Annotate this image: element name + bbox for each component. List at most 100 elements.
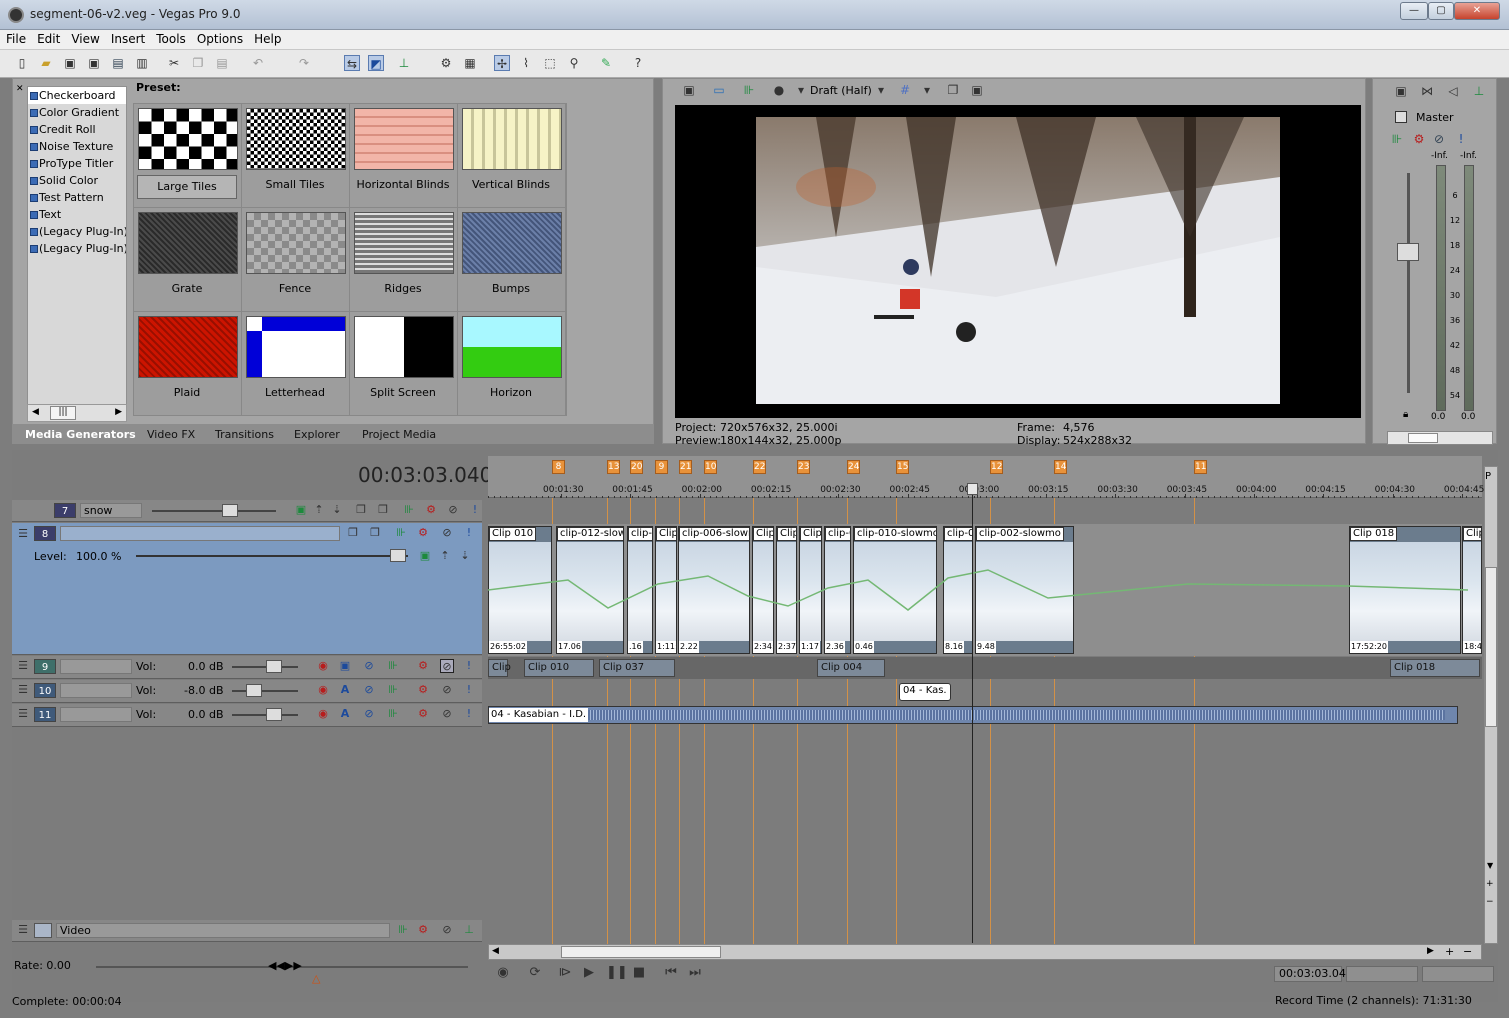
save-as-icon[interactable]: ▣ xyxy=(86,55,102,71)
tab-project-media[interactable]: Project Media xyxy=(362,428,436,441)
track-8-parent-icon[interactable]: ❐ xyxy=(368,526,382,540)
generator-item[interactable]: (Legacy Plug-In) V xyxy=(28,240,126,257)
timeline-ruler[interactable]: 8 13 20 9 21 10 22 23 24 15 12 14 11 00:01:30 00:01:45… xyxy=(488,456,1484,498)
maximize-button[interactable]: ▢ xyxy=(1428,2,1454,20)
track-11-fx-icon[interactable]: ⊪ xyxy=(386,707,400,721)
track-7-mute-icon[interactable]: ⊘ xyxy=(446,503,460,517)
scroll-left-icon[interactable]: ◀ xyxy=(32,407,39,417)
hscroll-thumb[interactable] xyxy=(561,946,721,958)
zoom-tool-icon[interactable]: ⚲ xyxy=(566,55,582,71)
track-7-gear-icon[interactable]: ⚙ xyxy=(424,503,438,517)
master-scroll-thumb[interactable] xyxy=(1408,433,1438,443)
track-9-gear-icon[interactable]: ⚙ xyxy=(416,659,430,673)
save-icon[interactable]: ▣ xyxy=(62,55,78,71)
track-name-input[interactable] xyxy=(60,526,340,541)
track-9-solo-icon[interactable]: ! xyxy=(462,659,476,673)
track-8-expand-down-icon[interactable]: ⇣ xyxy=(458,549,472,563)
arm-record-icon[interactable]: ◉ xyxy=(316,707,330,721)
audio-clip[interactable]: Clip xyxy=(488,659,511,677)
zoom-out-icon[interactable]: − xyxy=(1486,897,1494,907)
track-8-compositing-icon[interactable]: ❐ xyxy=(346,526,360,540)
playhead-cursor[interactable] xyxy=(972,483,973,943)
menu-file[interactable]: File xyxy=(0,30,31,46)
audio-clip[interactable]: Clip 037 xyxy=(599,659,675,677)
rate-slider-thumb[interactable]: ◀◀▶▶ xyxy=(268,959,302,972)
vol-slider-thumb[interactable] xyxy=(266,708,282,721)
track-8-mute-icon[interactable]: ⊘ xyxy=(440,526,454,540)
dim-output-icon[interactable]: ◁ xyxy=(1445,83,1461,99)
bus-gear-icon[interactable]: ⚙ xyxy=(416,923,430,937)
mixer-properties-icon[interactable]: ▣ xyxy=(1393,83,1409,99)
selection-start-field[interactable] xyxy=(1346,966,1418,982)
track-10-solo-icon[interactable]: ! xyxy=(462,683,476,697)
marker-bar-icon[interactable]: P xyxy=(1485,471,1491,482)
track-name[interactable]: snow xyxy=(80,503,142,518)
scroll-left-icon[interactable]: ◀ xyxy=(492,946,499,956)
track-7-expand-up-icon[interactable]: ⇡ xyxy=(312,503,326,517)
normal-edit-tool-icon[interactable]: ✢ xyxy=(494,55,510,71)
vscroll-thumb[interactable] xyxy=(1485,567,1497,727)
track-7-fx-icon[interactable]: ⊪ xyxy=(402,503,416,517)
tab-explorer[interactable]: Explorer xyxy=(294,428,340,441)
save-snapshot-icon[interactable]: ▣ xyxy=(969,82,985,98)
panel-close-icon[interactable]: ✕ xyxy=(16,84,24,94)
master-gear-icon[interactable]: ⚙ xyxy=(1411,131,1427,147)
preset-bumps[interactable]: Bumps xyxy=(458,208,566,312)
overlays-icon[interactable]: # xyxy=(897,82,913,98)
vol-slider-thumb[interactable] xyxy=(246,684,262,697)
preset-ridges[interactable]: Ridges xyxy=(350,208,458,312)
level-slider-thumb[interactable] xyxy=(390,549,406,562)
audio-clip-kasabian-short[interactable]: 04 - Kas. xyxy=(899,683,951,701)
copy-icon[interactable]: ❐ xyxy=(190,55,206,71)
selection-tool-icon[interactable]: ⬚ xyxy=(542,55,558,71)
redo-icon[interactable]: ↷ xyxy=(296,55,312,71)
snap-icon[interactable]: ◩ xyxy=(368,55,384,71)
timeline-marker[interactable]: 10 xyxy=(704,460,717,474)
phase-icon[interactable]: ⊘ xyxy=(362,707,376,721)
preset-split-screen[interactable]: Split Screen xyxy=(350,312,458,416)
track-8-gear-icon[interactable]: ⚙ xyxy=(416,526,430,540)
envelope-tool-icon[interactable]: ⌇ xyxy=(518,55,534,71)
timeline-marker[interactable]: 21 xyxy=(679,460,692,474)
zoom-in-time-icon[interactable]: + xyxy=(1445,945,1454,958)
new-icon[interactable]: ▯ xyxy=(14,55,30,71)
menu-view[interactable]: View xyxy=(65,30,104,46)
track-8-solo-icon[interactable]: ! xyxy=(462,526,476,540)
bus-insert-icon[interactable]: ⊥ xyxy=(462,923,476,937)
track-10-fx-icon[interactable]: ⊪ xyxy=(386,683,400,697)
phase-icon[interactable]: ⊘ xyxy=(362,659,376,673)
generator-item[interactable]: ProType Titler xyxy=(28,155,126,172)
video-fx-icon[interactable]: ● xyxy=(771,82,787,98)
menu-edit[interactable]: Edit xyxy=(31,30,65,46)
arm-record-icon[interactable]: ◉ xyxy=(316,683,330,697)
go-to-start-icon[interactable]: ⏮︎ xyxy=(662,964,680,982)
preset-horizontal-blinds[interactable]: Horizontal Blinds xyxy=(350,104,458,208)
track-7-solo-icon[interactable]: ! xyxy=(468,503,482,517)
timeline-timecode[interactable]: 00:03:03.040 xyxy=(358,463,492,487)
preset-grate[interactable]: Grate xyxy=(134,208,242,312)
input-monitor-icon[interactable]: ▣ xyxy=(338,659,352,673)
track-11-collapse-icon[interactable]: ☰ xyxy=(16,707,30,721)
preview-properties-icon[interactable]: ▣ xyxy=(681,82,697,98)
audio-clip[interactable]: Clip 004 xyxy=(817,659,885,677)
menu-help[interactable]: Help xyxy=(248,30,286,46)
timeline-vertical-scrollbar[interactable]: P ▼ + − xyxy=(1484,466,1498,944)
timeline-marker[interactable]: 8 xyxy=(552,460,565,474)
insert-bus-icon[interactable]: ⊥ xyxy=(1471,83,1487,99)
generator-item[interactable]: Text xyxy=(28,206,126,223)
preset-vertical-blinds[interactable]: Vertical Blinds xyxy=(458,104,566,208)
track-11-header[interactable]: ☰ 11 Vol: 0.0 dB ◉ A ⊘ ⊪ ⚙ ⊘ ! xyxy=(12,704,482,727)
generator-item[interactable]: (Legacy Plug-In) T xyxy=(28,223,126,240)
go-to-end-icon[interactable]: ⏭︎ xyxy=(686,964,704,982)
timeline-marker[interactable]: 24 xyxy=(847,460,860,474)
play-from-start-icon[interactable]: ⧐ xyxy=(556,964,574,982)
rate-slider-marker-icon[interactable]: △ xyxy=(312,972,320,985)
zoom-out-time-icon[interactable]: − xyxy=(1463,945,1472,958)
loop-playback-icon[interactable]: ⟳ xyxy=(526,964,544,982)
timeline-marker[interactable]: 20 xyxy=(630,460,643,474)
track-10-collapse-icon[interactable]: ☰ xyxy=(16,683,30,697)
track-7-automation-icon[interactable]: ▣ xyxy=(294,503,308,517)
playhead-handle[interactable] xyxy=(967,483,978,495)
selection-length-field[interactable] xyxy=(1422,966,1494,982)
copy-snapshot-icon[interactable]: ❐ xyxy=(945,82,961,98)
